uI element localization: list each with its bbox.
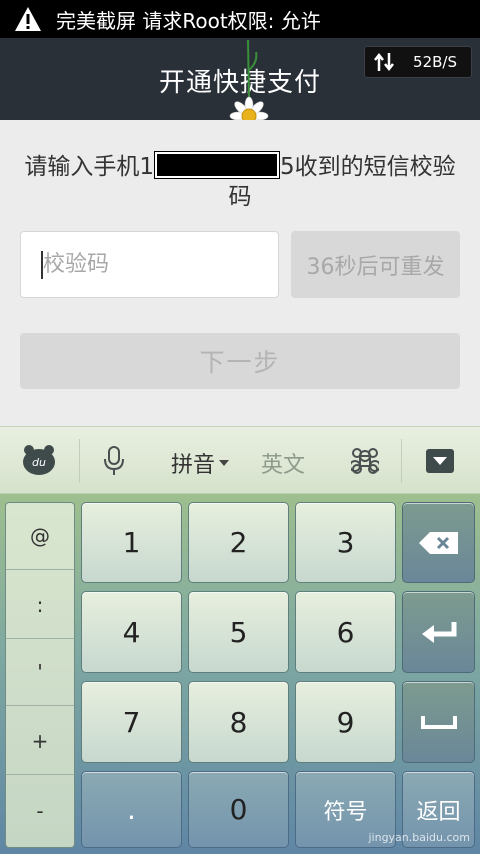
- toolbar-divider: [79, 439, 80, 483]
- key-dot[interactable]: .: [81, 771, 182, 848]
- command-icon[interactable]: [351, 447, 379, 475]
- daisy-decoration-icon: [229, 40, 269, 130]
- enter-icon: [421, 622, 456, 643]
- key-0[interactable]: 0: [188, 771, 289, 848]
- key-5[interactable]: 5: [188, 591, 289, 673]
- symbol-key[interactable]: +: [6, 708, 74, 775]
- symbol-key[interactable]: @: [6, 503, 74, 570]
- pinyin-mode-button[interactable]: 拼音: [171, 447, 215, 479]
- key-2[interactable]: 2: [188, 502, 289, 583]
- dropdown-arrow-icon: [219, 460, 229, 466]
- notification-text: 完美截屏 请求Root权限: 允许: [56, 8, 321, 33]
- redacted-phone-number: [154, 151, 280, 179]
- key-4[interactable]: 4: [81, 591, 182, 673]
- svg-text:du: du: [32, 456, 46, 469]
- toolbar-divider: [401, 439, 402, 483]
- key-8[interactable]: 8: [188, 681, 289, 763]
- key-9[interactable]: 9: [295, 681, 396, 763]
- prompt-text-start: 请输入手机1: [24, 154, 154, 180]
- key-7[interactable]: 7: [81, 681, 182, 763]
- verification-code-input[interactable]: [20, 231, 279, 298]
- microphone-icon[interactable]: [103, 446, 125, 476]
- warning-icon: [15, 7, 41, 31]
- keyboard-toolbar: du 拼音 英文: [0, 426, 480, 494]
- key-1[interactable]: 1: [81, 502, 182, 583]
- resend-code-button[interactable]: 36秒后可重发: [291, 231, 460, 298]
- du-logo-icon[interactable]: du: [22, 444, 56, 476]
- hide-keyboard-icon[interactable]: [425, 448, 455, 474]
- backspace-icon: [418, 531, 458, 554]
- updown-arrows-icon: [374, 52, 394, 72]
- symbol-column: @ : ' + -: [5, 502, 75, 848]
- numeric-keyboard: @ : ' + - 1 2 3 4 5 6 7 8 9 . 0 符号 返回 ji…: [0, 494, 480, 854]
- verification-form: 请输入手机15收到的短信校验码 36秒后可重发 下一步: [0, 120, 480, 426]
- net-speed-indicator: 52B/S: [364, 46, 472, 78]
- space-key[interactable]: [402, 681, 475, 763]
- enter-key[interactable]: [402, 591, 475, 673]
- key-6[interactable]: 6: [295, 591, 396, 673]
- status-bar: 完美截屏 请求Root权限: 允许: [0, 0, 480, 38]
- english-mode-button[interactable]: 英文: [261, 447, 305, 479]
- watermark: jingyan.baidu.com: [368, 831, 470, 844]
- text-cursor: [41, 251, 43, 279]
- space-icon: [420, 716, 457, 729]
- symbol-key[interactable]: ': [6, 639, 74, 706]
- net-speed-text: 52B/S: [413, 53, 457, 71]
- key-3[interactable]: 3: [295, 502, 396, 583]
- symbol-key[interactable]: :: [6, 572, 74, 639]
- sms-prompt: 请输入手机1 5收到的短信校验码: [20, 151, 460, 212]
- backspace-key[interactable]: [402, 502, 475, 583]
- symbol-key[interactable]: -: [6, 777, 74, 844]
- next-step-button[interactable]: 下一步: [20, 333, 460, 389]
